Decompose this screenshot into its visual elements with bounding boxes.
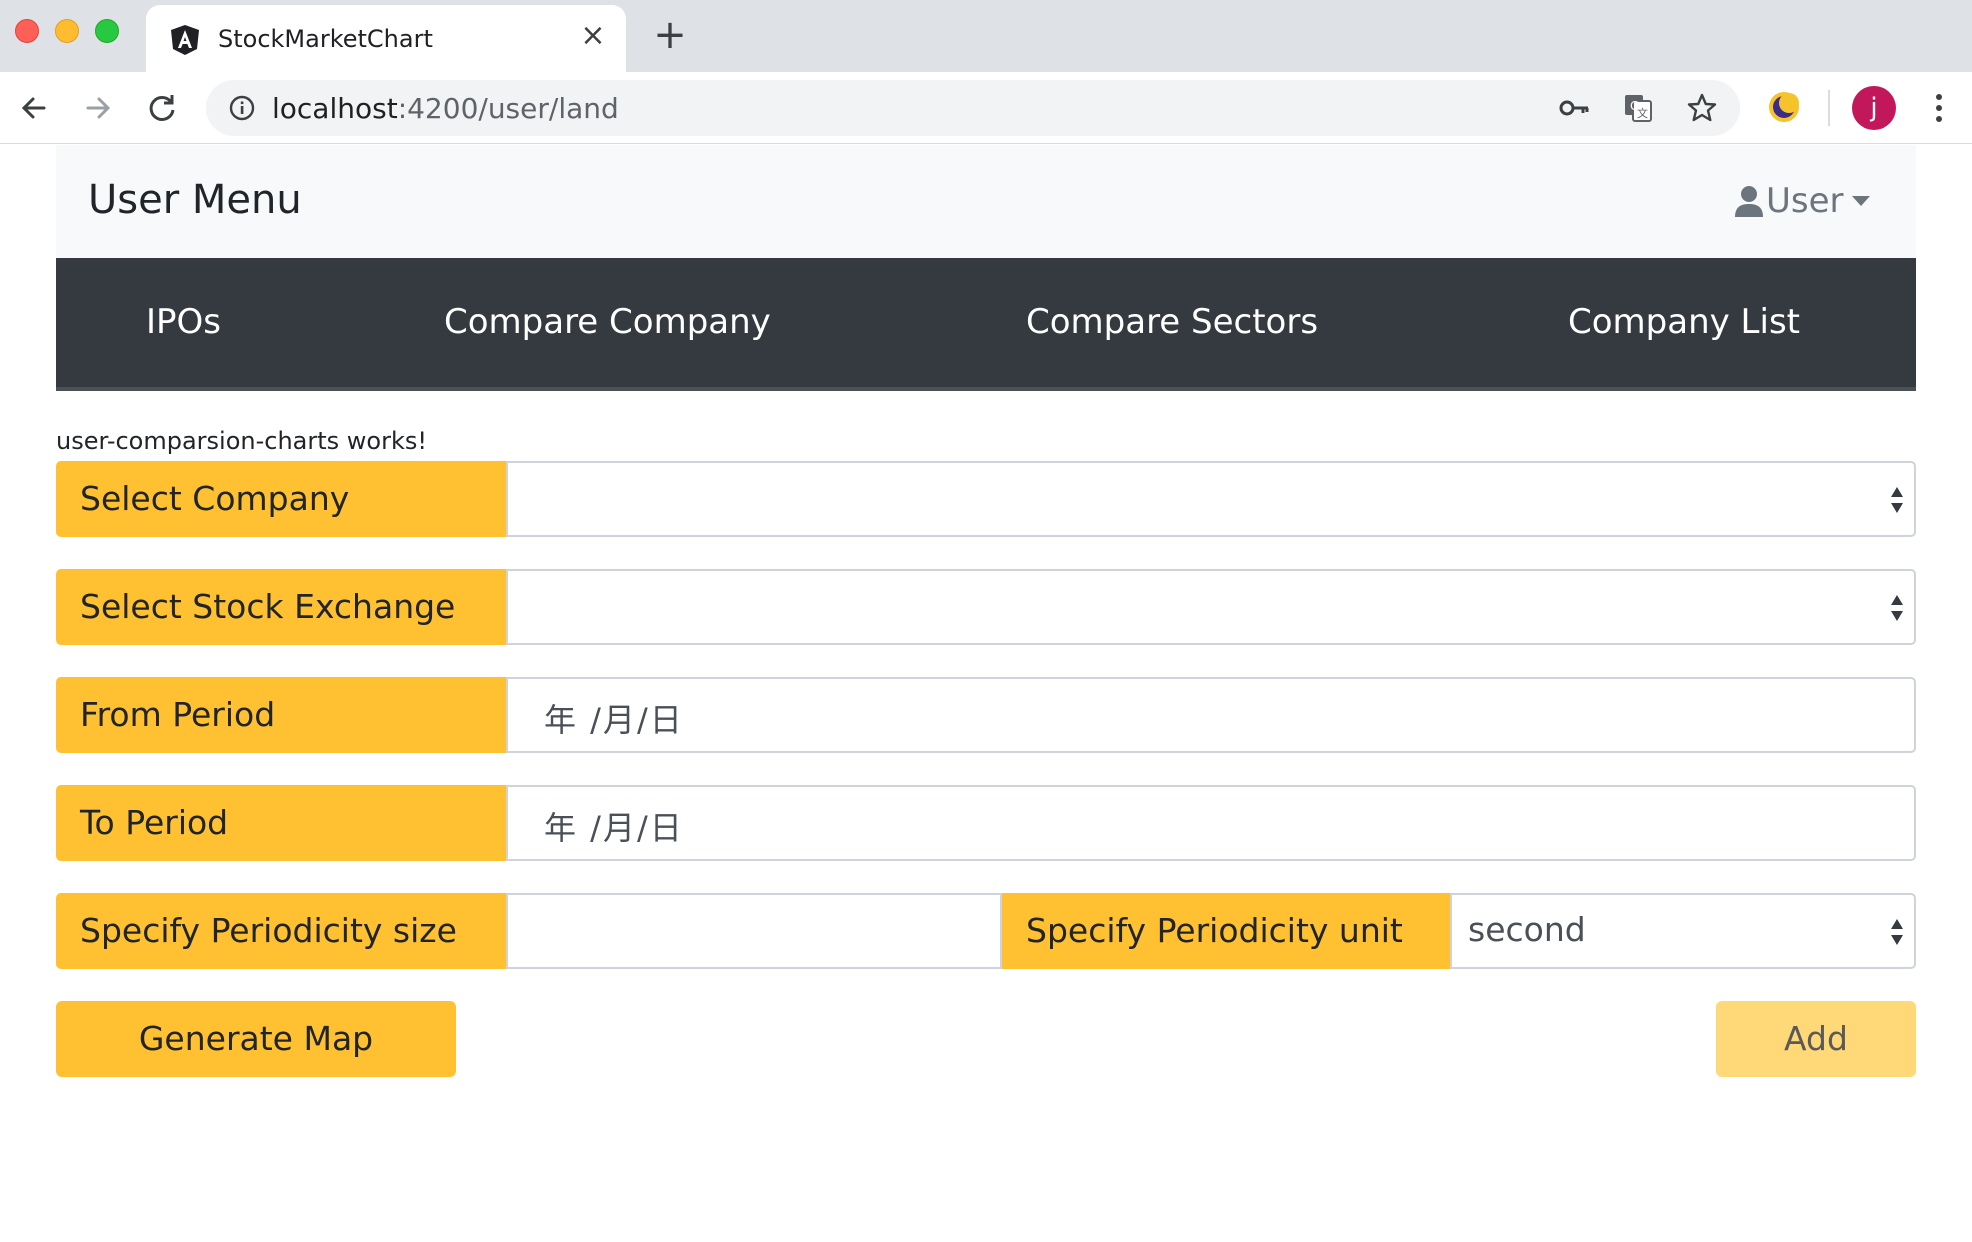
periodicity-unit-value: second (1468, 910, 1586, 949)
generate-map-button[interactable]: Generate Map (56, 1001, 456, 1077)
nav-compare-company[interactable]: Compare Company (444, 302, 771, 342)
component-works-text: user-comparsion-charts works! (56, 427, 427, 455)
to-period-label: To Period (56, 785, 506, 861)
address-bar[interactable]: localhost:4200/user/land G 文 (206, 80, 1740, 136)
tab-title: StockMarketChart (218, 25, 433, 53)
back-arrow-icon[interactable] (14, 88, 54, 128)
to-period-row: To Period 年 /月/日 (56, 785, 1916, 861)
nav-ipos[interactable]: IPOs (146, 302, 221, 342)
translate-icon[interactable]: G 文 (1622, 92, 1654, 124)
window-zoom-button[interactable] (95, 19, 119, 43)
from-period-label: From Period (56, 677, 506, 753)
add-button[interactable]: Add (1716, 1001, 1916, 1077)
angular-logo-icon (171, 25, 199, 55)
window-minimize-button[interactable] (55, 19, 79, 43)
select-arrows-icon (1891, 487, 1903, 513)
profile-avatar[interactable]: j (1852, 86, 1896, 130)
navbar-brand[interactable]: User Menu (88, 177, 302, 223)
url-text[interactable]: localhost:4200/user/land (272, 92, 619, 125)
to-period-date-input[interactable]: 年 /月/日 (506, 785, 1916, 861)
user-dropdown[interactable]: User (1734, 181, 1870, 221)
url-path: :4200/user/land (397, 92, 619, 125)
select-company-row: Select Company (56, 461, 1916, 537)
browser-toolbar: localhost:4200/user/land G 文 (0, 72, 1972, 144)
periodicity-size-input[interactable] (506, 893, 1002, 969)
bookmark-star-icon[interactable] (1686, 92, 1718, 124)
key-icon[interactable] (1558, 92, 1590, 124)
user-icon (1735, 186, 1763, 217)
periodicity-row: Specify Periodicity size Specify Periodi… (56, 893, 1916, 969)
reload-icon[interactable] (142, 88, 182, 128)
nav-company-list[interactable]: Company List (1568, 302, 1800, 342)
tab-close-icon[interactable]: × (578, 21, 608, 51)
browser-tab-active[interactable]: StockMarketChart × (146, 5, 626, 72)
page: User Menu User IPOs Compare Company Comp… (0, 145, 1972, 1242)
from-period-date-input[interactable]: 年 /月/日 (506, 677, 1916, 753)
select-company-label: Select Company (56, 461, 506, 537)
top-navbar: User Menu User (56, 145, 1916, 258)
select-exchange-select[interactable] (506, 569, 1916, 645)
main-nav: IPOs Compare Company Compare Sectors Com… (56, 258, 1916, 391)
toolbar-divider (1828, 90, 1830, 126)
from-period-placeholder: 年 /月/日 (544, 701, 684, 739)
select-exchange-label: Select Stock Exchange (56, 569, 506, 645)
new-tab-icon[interactable]: + (652, 15, 688, 55)
select-arrows-icon (1891, 919, 1903, 945)
to-period-placeholder: 年 /月/日 (544, 809, 684, 847)
browser-menu-icon[interactable] (1924, 88, 1954, 128)
chevron-down-icon (1851, 196, 1870, 206)
url-host: localhost (272, 92, 398, 125)
from-period-row: From Period 年 /月/日 (56, 677, 1916, 753)
browser-tabstrip: StockMarketChart × + (0, 0, 1972, 72)
periodicity-size-label: Specify Periodicity size (56, 893, 506, 969)
select-exchange-row: Select Stock Exchange (56, 569, 1916, 645)
periodicity-unit-select[interactable]: second (1450, 893, 1916, 969)
nav-compare-sectors[interactable]: Compare Sectors (1026, 302, 1318, 342)
extension-moon-icon[interactable] (1766, 89, 1802, 125)
select-company-select[interactable] (506, 461, 1916, 537)
forward-arrow-icon[interactable] (78, 88, 118, 128)
select-arrows-icon (1891, 595, 1903, 621)
site-info-icon[interactable] (228, 94, 256, 122)
user-dropdown-label: User (1766, 181, 1844, 221)
periodicity-unit-label: Specify Periodicity unit (1002, 893, 1450, 969)
window-close-button[interactable] (15, 19, 39, 43)
svg-text:文: 文 (1637, 106, 1648, 120)
